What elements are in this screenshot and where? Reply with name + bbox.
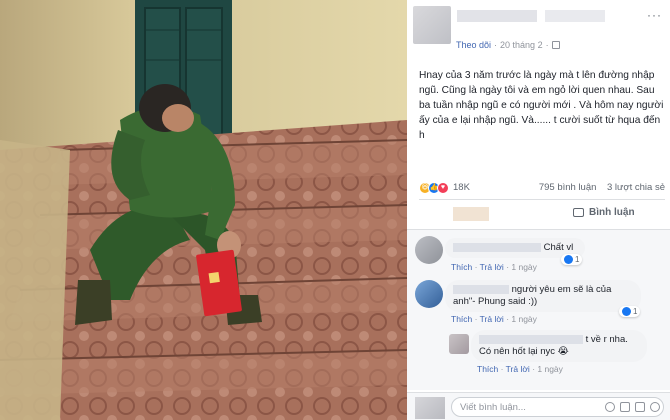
comment-icon	[573, 208, 584, 217]
emoji-icon[interactable]	[605, 402, 615, 412]
viewer-avatar	[415, 397, 445, 419]
reply-reply-link[interactable]: Trả lời	[506, 364, 530, 374]
comment-time[interactable]: 1 ngày	[511, 262, 537, 272]
meta-separator: ·	[494, 40, 498, 50]
post-timestamp[interactable]: 20 tháng 2	[500, 40, 543, 50]
comment-like-link[interactable]: Thích	[451, 314, 472, 324]
more-options-icon[interactable]: ···	[647, 8, 662, 22]
commenter-avatar[interactable]	[415, 236, 443, 264]
comment-text-line1: người yêu em sẽ là của	[511, 284, 612, 295]
post-actions: Bình luận	[419, 203, 665, 227]
reply-text-line2: Có nên hốt lại nyc 😭	[479, 346, 569, 357]
post-panel: Theo dõi · 20 tháng 2 · ··· Hnay của 3 n…	[407, 0, 670, 420]
post-meta: Theo dõi · 20 tháng 2 ·	[456, 40, 560, 50]
commenter-avatar[interactable]	[415, 280, 443, 308]
camera-icon[interactable]	[620, 402, 630, 412]
meta-separator: ·	[545, 40, 549, 50]
author-name-blurred[interactable]	[457, 10, 537, 22]
reply-text-line1: t về r nha.	[585, 334, 628, 345]
post-caption: Hnay của 3 năm trước là ngày mà t lên đư…	[419, 70, 664, 141]
divider	[419, 199, 665, 200]
soldier-photo-image	[0, 0, 407, 420]
comment-reply-link[interactable]: Trả lời	[480, 262, 504, 272]
comment-reaction[interactable]: 1	[619, 306, 641, 317]
comment-button-label: Bình luận	[589, 207, 635, 218]
share-count[interactable]: 3 lượt chia sẻ	[607, 182, 665, 193]
commenter-name-blurred[interactable]	[453, 284, 509, 294]
like-icon	[622, 307, 631, 316]
comments-shares-count: 795 bình luận 3 lượt chia sẻ	[539, 182, 665, 193]
gif-icon[interactable]	[635, 402, 645, 412]
reply-time[interactable]: 1 ngày	[537, 364, 563, 374]
follow-link[interactable]: Theo dõi	[456, 40, 491, 50]
comment-actions: Thích · Trả lời · 1 ngày	[451, 314, 537, 324]
comment-button[interactable]: Bình luận	[573, 207, 635, 218]
author-avatar[interactable]	[413, 6, 451, 44]
reply-bubble: t về r nha. Có nên hốt lại nyc 😭	[471, 330, 647, 362]
like-icon	[564, 255, 573, 264]
comment-like-link[interactable]: Thích	[451, 262, 472, 272]
comment-reaction[interactable]: 1	[561, 254, 583, 265]
reaction-count[interactable]: 18K	[453, 182, 470, 193]
comment-text: Chất vl	[543, 242, 574, 253]
reply-actions: Thích · Trả lời · 1 ngày	[477, 364, 563, 374]
group-name-blurred[interactable]	[545, 10, 605, 22]
comment-bubble: người yêu em sẽ là của anh"- Phung said …	[445, 280, 641, 312]
comment-time[interactable]: 1 ngày	[511, 314, 537, 324]
privacy-icon	[551, 41, 560, 49]
like-button-blurred[interactable]	[453, 207, 489, 221]
comment-count[interactable]: 795 bình luận	[539, 182, 597, 193]
reactions-bar: 😆 👍 ♥ 18K 795 bình luận 3 lượt chia sẻ	[419, 181, 665, 195]
post-photo[interactable]	[0, 0, 407, 420]
comment-text-line2: anh"- Phung said :))	[453, 296, 538, 307]
comments-list: Chất vl 1 Thích · Trả lời · 1 ngày người…	[407, 230, 670, 390]
comment-actions: Thích · Trả lời · 1 ngày	[451, 262, 537, 272]
reply-like-link[interactable]: Thích	[477, 364, 498, 374]
commenter-name-blurred[interactable]	[453, 242, 541, 252]
write-comment-bar: Viết bình luận...	[407, 392, 670, 420]
love-icon: ♥	[437, 182, 449, 194]
commenter-name-blurred[interactable]	[479, 334, 583, 344]
reaction-icons[interactable]: 😆 👍 ♥	[419, 182, 449, 194]
reply-avatar[interactable]	[449, 334, 469, 354]
comment-input-icons	[605, 402, 660, 412]
sticker-icon[interactable]	[650, 402, 660, 412]
comment-reply-link[interactable]: Trả lời	[480, 314, 504, 324]
post-header: Theo dõi · 20 tháng 2 · ···	[407, 0, 670, 60]
